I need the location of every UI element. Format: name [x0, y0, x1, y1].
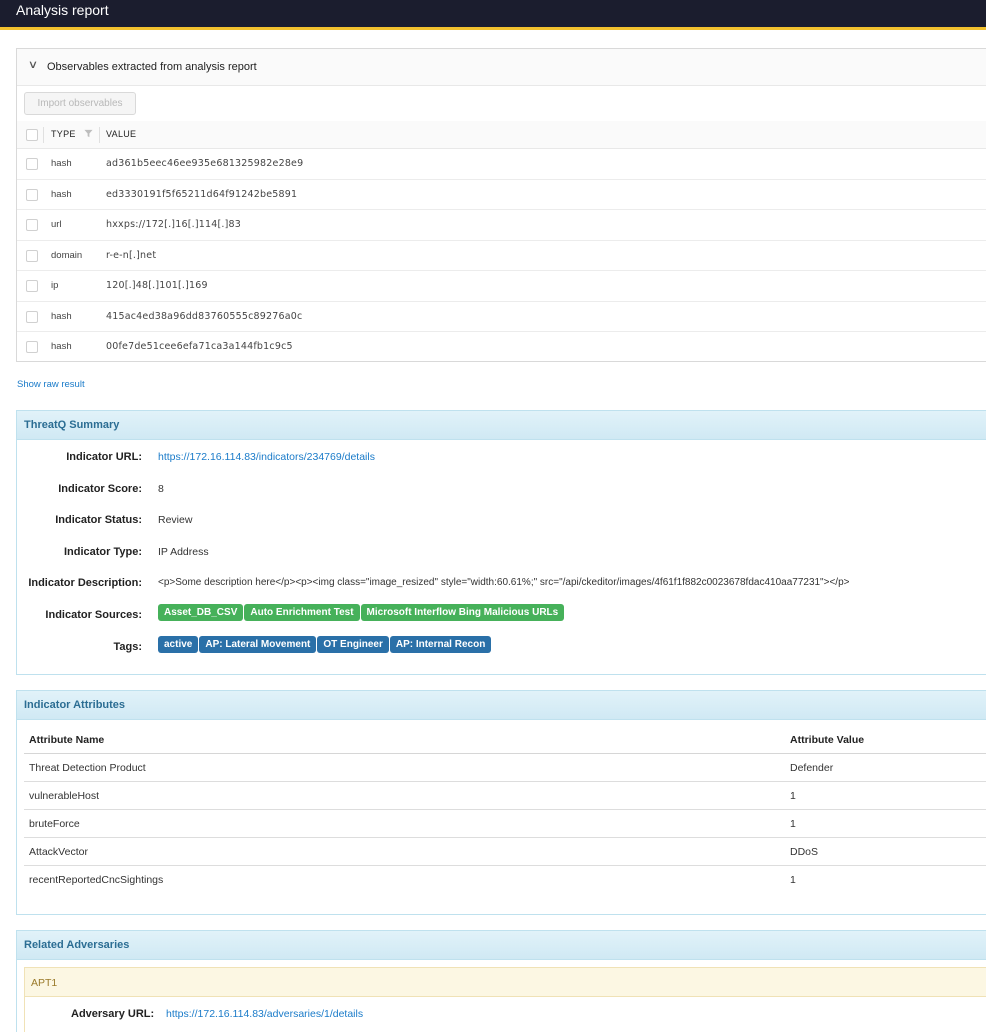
table-row[interactable]: ip 120[.]48[.]101[.]169 — [17, 271, 986, 302]
section-title: Related Adversaries — [24, 939, 130, 951]
adversary-url-label: Adversary URL: — [71, 1008, 155, 1020]
observable-type: hash — [51, 341, 72, 352]
adversary-url-link[interactable]: https://172.16.114.83/adversaries/1/deta… — [166, 1008, 363, 1020]
attributes-table: Attribute Name Attribute Value Threat De… — [24, 728, 986, 894]
table-row: bruteForce 1 — [24, 810, 986, 838]
observable-value: ad361b5eec46ee935e681325982e28e9 — [106, 158, 304, 169]
observable-value: hxxps://172[.]16[.]114[.]83 — [106, 219, 241, 230]
attribute-name: Threat Detection Product — [29, 762, 146, 774]
attribute-name: bruteForce — [29, 818, 80, 830]
indicator-description-label: Indicator Description: — [28, 577, 142, 589]
table-row[interactable]: hash 415ac4ed38a96dd83760555c89276a0c — [17, 302, 986, 332]
table-row: vulnerableHost 1 — [24, 782, 986, 810]
observable-value: ed3330191f5f65211d64f91242be5891 — [106, 188, 298, 200]
top-bar: Analysis report — [0, 0, 986, 30]
indicator-sources-label: Indicator Sources: — [45, 609, 142, 621]
observable-type: hash — [51, 310, 72, 322]
table-row: recentReportedCncSightings 1 — [24, 866, 986, 894]
adversary-item: APT1 Adversary URL: https://172.16.114.8… — [24, 967, 986, 1032]
attributes-table-header: Attribute Name Attribute Value — [24, 728, 986, 754]
tag-badge: active — [158, 636, 199, 653]
observable-value: 120[.]48[.]101[.]169 — [106, 280, 208, 291]
section-title: Indicator Attributes — [24, 699, 126, 711]
attribute-value: 1 — [790, 874, 796, 886]
table-row[interactable]: domain r-e-n[.]net — [17, 241, 986, 271]
adversary-name: APT1 — [31, 977, 58, 989]
indicator-type-value: IP Address — [158, 546, 209, 558]
attribute-name-header: Attribute Name — [29, 734, 105, 746]
observable-type: hash — [51, 188, 72, 200]
column-divider — [43, 127, 44, 143]
row-checkbox[interactable] — [26, 341, 38, 353]
observable-value: r-e-n[.]net — [106, 249, 157, 261]
source-badge: Asset_DB_CSV — [158, 604, 244, 621]
indicator-type-label: Indicator Type: — [63, 546, 142, 558]
value-column-header: VALUE — [106, 129, 137, 139]
related-adversaries-header: Related Adversaries — [17, 931, 986, 960]
filter-icon[interactable] — [84, 129, 93, 138]
observables-panel-header[interactable]: ∨ Observables extracted from analysis re… — [17, 49, 986, 86]
attribute-name: recentReportedCncSightings — [29, 874, 164, 886]
indicator-score-label: Indicator Score: — [58, 483, 142, 495]
observables-table-header: TYPE VALUE — [17, 121, 986, 149]
row-checkbox[interactable] — [26, 280, 38, 292]
indicator-url-link[interactable]: https://172.16.114.83/indicators/234769/… — [158, 451, 375, 463]
attribute-value: DDoS — [790, 846, 819, 858]
indicator-url-label: Indicator URL: — [66, 451, 142, 463]
indicator-status-value: Review — [158, 514, 193, 526]
observable-type: hash — [51, 158, 72, 169]
table-row: Threat Detection Product Defender — [24, 754, 986, 782]
chevron-down-icon[interactable]: ∨ — [28, 58, 38, 71]
row-checkbox[interactable] — [26, 219, 38, 231]
observable-type: domain — [51, 249, 83, 261]
indicator-attributes-panel: Indicator Attributes Attribute Name Attr… — [16, 690, 986, 915]
indicator-attributes-header: Indicator Attributes — [17, 691, 986, 720]
table-row[interactable]: hash 00fe7de51cee6efa71ca3a144fb1c9c5 — [17, 332, 986, 363]
table-row[interactable]: hash ad361b5eec46ee935e681325982e28e9 — [17, 149, 986, 180]
tag-badge: AP: Lateral Movement — [199, 636, 317, 653]
column-divider — [99, 127, 100, 143]
attribute-value: 1 — [790, 790, 796, 802]
observable-value: 415ac4ed38a96dd83760555c89276a0c — [106, 310, 303, 322]
threatq-summary-panel: ThreatQ Summary Indicator URL: https://1… — [16, 410, 986, 675]
indicator-description-value: <p>Some description here</p><p><img clas… — [158, 577, 850, 588]
table-row[interactable]: url hxxps://172[.]16[.]114[.]83 — [17, 210, 986, 241]
row-checkbox[interactable] — [26, 310, 38, 323]
tags-label: Tags: — [113, 641, 142, 653]
table-row[interactable]: hash ed3330191f5f65211d64f91242be5891 — [17, 180, 986, 210]
type-column-header[interactable]: TYPE — [51, 129, 76, 139]
show-raw-result-link[interactable]: Show raw result — [17, 379, 85, 390]
import-observables-button[interactable]: Import observables — [24, 92, 136, 115]
attribute-name: AttackVector — [29, 846, 88, 858]
source-badge: Auto Enrichment Test — [244, 604, 360, 621]
tags: active AP: Lateral Movement OT Engineer … — [158, 636, 492, 653]
attribute-name: vulnerableHost — [29, 790, 100, 802]
observables-table: TYPE VALUE hash ad361b5eec46ee935e681325… — [17, 121, 986, 363]
observables-panel-title: Observables extracted from analysis repo… — [47, 61, 257, 73]
observable-type: url — [51, 219, 62, 230]
select-all-checkbox[interactable] — [26, 129, 38, 141]
section-title: ThreatQ Summary — [24, 419, 120, 431]
adversary-header: APT1 — [25, 968, 986, 997]
page-title: Analysis report — [16, 2, 109, 18]
related-adversaries-panel: Related Adversaries APT1 Adversary URL: … — [16, 930, 986, 1032]
indicator-sources: Asset_DB_CSV Auto Enrichment Test Micros… — [158, 604, 565, 621]
attribute-value: 1 — [790, 818, 796, 830]
indicator-score-value: 8 — [158, 483, 164, 495]
observable-type: ip — [51, 280, 59, 291]
row-checkbox[interactable] — [26, 158, 38, 170]
table-row: AttackVector DDoS — [24, 838, 986, 866]
row-checkbox[interactable] — [26, 188, 38, 201]
tag-badge: AP: Internal Recon — [389, 636, 492, 653]
row-checkbox[interactable] — [26, 249, 38, 262]
attribute-value-header: Attribute Value — [790, 734, 865, 746]
observable-value: 00fe7de51cee6efa71ca3a144fb1c9c5 — [106, 341, 293, 352]
source-badge: Microsoft Interflow Bing Malicious URLs — [360, 604, 565, 621]
attribute-value: Defender — [790, 762, 834, 774]
threatq-summary-header: ThreatQ Summary — [17, 411, 986, 440]
tag-badge: OT Engineer — [317, 636, 389, 653]
indicator-status-label: Indicator Status: — [55, 514, 142, 526]
observables-panel: ∨ Observables extracted from analysis re… — [16, 48, 986, 362]
